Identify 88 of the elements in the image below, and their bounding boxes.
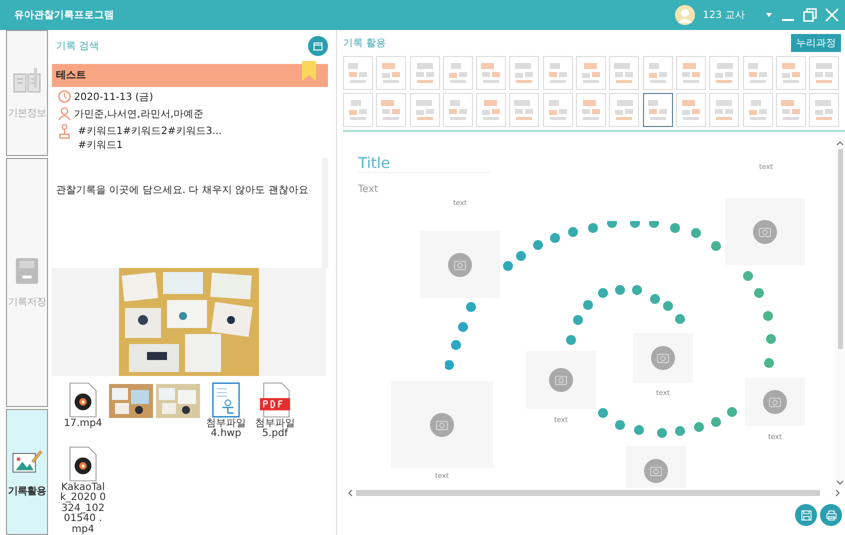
file-name: KakaoTalk_2020 0324_10201540 .mp4	[60, 482, 106, 535]
file-name: 17.mp4	[62, 418, 104, 429]
dot	[533, 240, 543, 250]
canvas-title[interactable]: Title	[358, 154, 490, 173]
stamp-icon	[58, 124, 71, 141]
dot	[588, 223, 598, 233]
dot	[711, 241, 721, 251]
video-file-icon[interactable]	[69, 382, 97, 418]
window-title: 유아관찰기록프로그램	[14, 9, 114, 22]
dot	[743, 271, 753, 281]
save-button[interactable]	[795, 504, 817, 526]
dot	[583, 300, 593, 310]
dot	[650, 294, 660, 304]
nav-tab[interactable]: 기록활용	[6, 409, 48, 535]
camera-icon	[644, 459, 668, 483]
video-file-icon[interactable]	[69, 446, 97, 482]
dot	[598, 288, 608, 298]
photo-slot[interactable]	[725, 198, 805, 265]
section-heading: 기록 검색	[56, 40, 100, 53]
dot	[598, 408, 608, 418]
caret-icon[interactable]	[765, 11, 773, 19]
photo-slot[interactable]	[633, 333, 693, 383]
template-thumbnail[interactable]	[642, 93, 673, 127]
photo-slot[interactable]	[626, 446, 686, 488]
avatar-icon	[674, 5, 695, 25]
camera-icon	[549, 368, 573, 392]
calendar-button[interactable]	[308, 36, 328, 56]
nav-tab[interactable]: 기록저장	[6, 158, 48, 408]
dot	[691, 228, 701, 238]
dot	[550, 233, 560, 243]
dot	[466, 302, 476, 312]
print-button[interactable]	[820, 504, 842, 526]
print-icon	[826, 510, 836, 520]
curriculum-button[interactable]: 누리과정	[791, 34, 841, 52]
calendar-icon	[313, 40, 323, 51]
vertical-scrollbar[interactable]	[835, 138, 845, 488]
camera-icon	[763, 390, 787, 414]
save-icon	[800, 510, 812, 520]
dot	[763, 311, 773, 321]
dot	[727, 407, 737, 417]
dot	[670, 223, 680, 233]
nav-tab[interactable]: 기본정보	[6, 30, 48, 156]
canvas-text[interactable]: Text	[358, 184, 378, 195]
dot	[615, 420, 625, 430]
section-heading: 기록 활용	[343, 37, 386, 50]
dot	[516, 251, 526, 261]
dot	[634, 425, 644, 435]
file-name: 첨부파일4.hwp	[205, 418, 247, 440]
dot	[657, 428, 667, 438]
photo-slot[interactable]	[745, 378, 805, 426]
dot	[694, 422, 704, 432]
camera-icon	[448, 252, 472, 276]
pdf-file-icon[interactable]	[259, 382, 291, 418]
camera-icon	[753, 220, 777, 244]
children-names: 가민준,나서연,라민서,마예준	[74, 108, 204, 121]
keyword-text: #키워드1	[78, 138, 124, 152]
dot	[754, 288, 764, 298]
dot	[764, 358, 774, 368]
clock-icon	[58, 90, 71, 104]
camera-icon	[430, 412, 454, 436]
dot	[711, 417, 721, 427]
file-name: 첨부파일5.pdf	[254, 418, 296, 440]
user-name: 123 교사	[702, 9, 745, 22]
photo-slot[interactable]	[420, 231, 500, 298]
restore-icon[interactable]	[803, 8, 817, 22]
camera-icon	[651, 346, 675, 370]
photo-slot[interactable]	[526, 351, 596, 409]
keyword-text: #키워드1#키워드2#키워드3...	[78, 124, 222, 138]
dot	[675, 314, 685, 324]
record-date: 2020-11-13 (금)	[74, 90, 154, 104]
dot	[573, 315, 583, 325]
note-field[interactable]: 관찰기록을 이곳에 담으세요. 다 채우지 않아도 괜찮아요	[52, 156, 328, 268]
dot	[503, 261, 513, 271]
dot	[451, 340, 461, 350]
document-file-icon[interactable]	[212, 382, 240, 418]
person-icon	[58, 107, 71, 120]
close-icon[interactable]	[825, 8, 839, 22]
dot	[675, 426, 685, 436]
record-item[interactable]: 테스트	[52, 64, 328, 87]
photo-slot[interactable]	[391, 381, 493, 468]
dot	[766, 334, 776, 344]
dot	[663, 301, 673, 311]
dot	[632, 285, 642, 295]
dot	[458, 322, 468, 332]
bookmark-icon[interactable]	[302, 60, 316, 81]
dot	[568, 227, 578, 237]
dot	[615, 285, 625, 295]
dot	[566, 335, 576, 345]
